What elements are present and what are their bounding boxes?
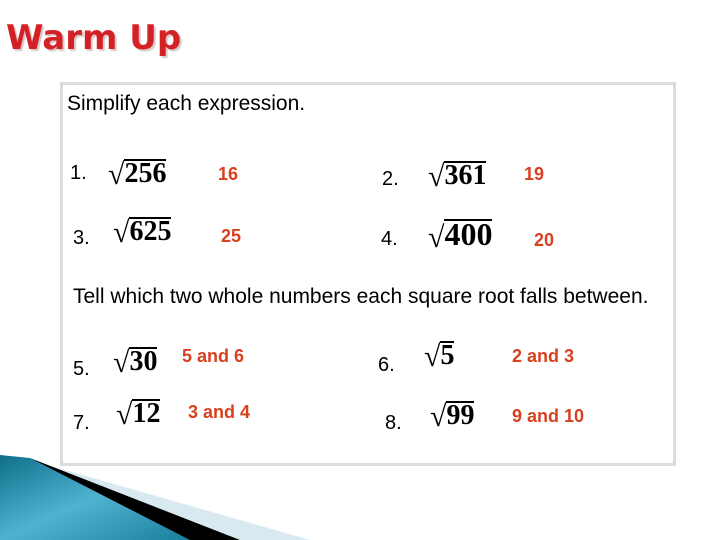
problem-8-expression: √99 — [430, 400, 475, 433]
instruction-simplify: Simplify each expression. — [67, 92, 306, 115]
problem-7-answer: 3 and 4 — [188, 402, 251, 422]
radical-icon: √ — [428, 221, 445, 254]
problem-8-answer: 9 and 10 — [512, 406, 585, 426]
radical-icon: √ — [424, 340, 441, 373]
problem-6-answer: 2 and 3 — [512, 346, 575, 366]
problem-2-expression: √361 — [428, 160, 487, 193]
slide-title: Warm Up — [6, 18, 182, 58]
problem-2-label: 2. — [382, 168, 399, 190]
radical-icon: √ — [108, 158, 125, 191]
problem-3-expression: √625 — [113, 216, 172, 249]
problem-8-label: 8. — [385, 412, 402, 434]
problem-4-expression: √400 — [428, 216, 493, 254]
radical-icon: √ — [113, 216, 130, 249]
problem-4-answer: 20 — [534, 230, 555, 250]
problem-3-label: 3. — [73, 227, 90, 249]
problem-6-expression: √5 — [424, 340, 455, 373]
instruction-between: Tell which two whole numbers each square… — [73, 285, 649, 308]
problem-5-answer: 5 and 6 — [182, 346, 245, 366]
problem-1-answer: 16 — [218, 164, 239, 184]
problem-1-expression: √256 — [108, 158, 167, 191]
problem-3-answer: 25 — [221, 226, 242, 246]
problem-5-expression: √30 — [113, 346, 158, 379]
problem-6-label: 6. — [378, 354, 395, 376]
problem-1-label: 1. — [70, 162, 87, 184]
problem-7-label: 7. — [73, 412, 90, 434]
problem-5-label: 5. — [73, 358, 90, 380]
radical-icon: √ — [113, 346, 130, 379]
radical-icon: √ — [116, 398, 133, 431]
problem-2-answer: 19 — [524, 164, 545, 184]
problem-7-expression: √12 — [116, 398, 161, 431]
problem-4-label: 4. — [381, 228, 398, 250]
radical-icon: √ — [430, 400, 447, 433]
swoosh-teal — [0, 455, 190, 540]
radical-icon: √ — [428, 160, 445, 193]
